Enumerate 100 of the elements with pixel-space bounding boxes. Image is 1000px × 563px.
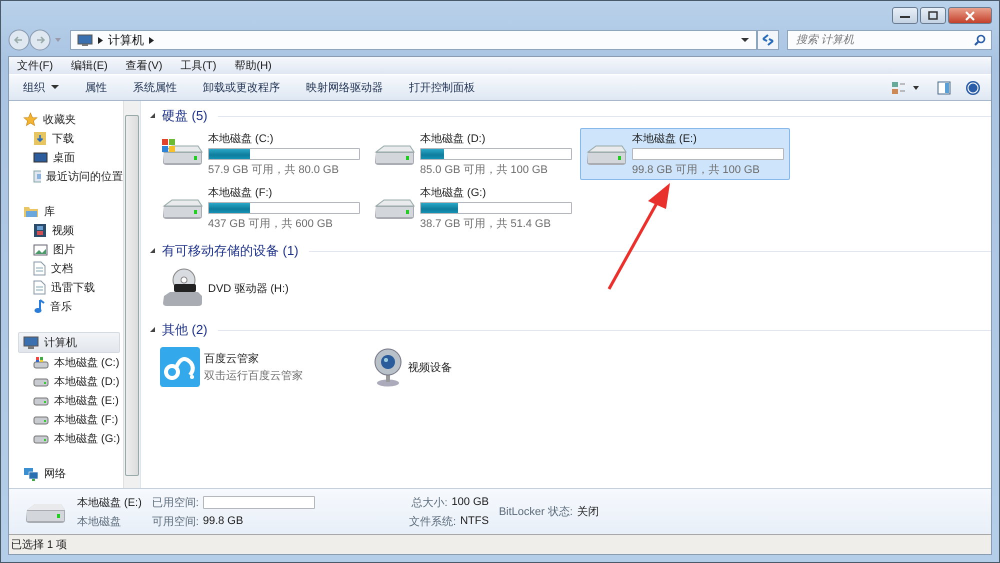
document-icon xyxy=(33,261,46,276)
collapse-icon[interactable] xyxy=(150,113,156,119)
item-name: 本地磁盘 (F:) xyxy=(208,186,274,200)
field-value: NTFS xyxy=(460,515,489,527)
sidebar-item[interactable]: 音乐 xyxy=(9,297,123,316)
item-name: 本地磁盘 (D:) xyxy=(420,132,486,146)
drive-icon xyxy=(33,356,49,370)
refresh-button[interactable] xyxy=(757,30,779,50)
toolbar-button[interactable]: 打开控制面板 xyxy=(401,77,483,98)
sidebar-item[interactable]: 本地磁盘 (E:) xyxy=(9,391,123,410)
item-info: 99.8 GB 可用，共 100 GB xyxy=(632,163,761,177)
drive-tile[interactable]: 本地磁盘 (F:) 437 GB 可用，共 600 GB xyxy=(156,182,366,234)
drive-tile[interactable]: 本地磁盘 (E:) 99.8 GB 可用，共 100 GB xyxy=(580,128,790,180)
drive-tile[interactable]: 百度云管家 双击运行百度云管家 xyxy=(156,342,366,392)
close-icon xyxy=(964,10,976,20)
drive-tile[interactable]: 本地磁盘 (D:) 85.0 GB 可用，共 100 GB xyxy=(368,128,578,180)
preview-pane-icon[interactable] xyxy=(937,80,951,94)
item-info: 437 GB 可用，共 600 GB xyxy=(208,217,334,231)
sidebar-label: 音乐 xyxy=(50,300,72,314)
sidebar-label: 收藏夹 xyxy=(43,112,76,127)
address-path: 计算机 xyxy=(108,32,144,48)
sidebar-item[interactable]: 视频 xyxy=(9,221,123,240)
sidebar-item[interactable]: 下载 xyxy=(9,129,123,148)
drive-tile[interactable]: 视频设备 xyxy=(368,342,578,392)
drive-icon xyxy=(33,376,49,386)
sidebar-item[interactable]: 收藏夹 xyxy=(9,110,120,129)
maximize-button[interactable] xyxy=(920,7,946,24)
sidebar-item[interactable]: 本地磁盘 (C:) xyxy=(9,353,123,372)
address-bar[interactable]: 计算机 xyxy=(70,30,757,50)
item-info: 57.9 GB 可用，共 80.0 GB xyxy=(208,163,340,177)
menu-item[interactable]: 编辑(E) xyxy=(71,58,108,73)
group-heading[interactable]: 硬盘 (5) xyxy=(162,107,208,125)
sidebar-item[interactable]: 库 xyxy=(9,202,120,221)
sidebar-item[interactable]: 最近访问的位置 xyxy=(9,167,123,186)
sidebar-label: 迅雷下载 xyxy=(51,281,95,295)
item-name: 百度云管家 xyxy=(204,352,260,366)
details-type: 本地磁盘 xyxy=(77,514,122,528)
toolbar-button[interactable]: 卸载或更改程序 xyxy=(195,77,288,98)
item-info: 双击运行百度云管家 xyxy=(204,368,304,383)
sidebar-item[interactable]: 迅雷下载 xyxy=(9,278,123,297)
drive-tile[interactable]: DVD 驱动器 (H:) xyxy=(156,263,366,313)
sidebar-item[interactable]: 本地磁盘 (D:) xyxy=(9,372,123,391)
collapse-icon[interactable] xyxy=(150,248,156,254)
sidebar-item[interactable]: 图片 xyxy=(9,240,123,259)
menu-item[interactable]: 工具(T) xyxy=(180,58,216,73)
menu-item[interactable]: 查看(V) xyxy=(126,58,162,73)
cloud-app-icon xyxy=(160,347,200,387)
sidebar-label: 文档 xyxy=(51,262,73,276)
sidebar-label: 本地磁盘 (G:) xyxy=(54,432,120,446)
help-icon[interactable] xyxy=(965,80,981,96)
chevron-icon[interactable] xyxy=(98,36,103,44)
dropdown-icon[interactable] xyxy=(740,37,750,43)
sidebar-item[interactable]: 文档 xyxy=(9,259,123,278)
menu-item[interactable]: 帮助(H) xyxy=(234,58,272,73)
sidebar-label: 桌面 xyxy=(53,150,75,165)
group-heading[interactable]: 有可移动存储的设备 (1) xyxy=(162,242,298,260)
drive-tile[interactable]: 本地磁盘 (C:) 57.9 GB 可用，共 80.0 GB xyxy=(156,128,366,180)
recent-places-icon xyxy=(33,169,41,184)
toolbar-button[interactable]: 系统属性 xyxy=(125,77,185,98)
sidebar-label: 图片 xyxy=(53,243,75,257)
group-heading[interactable]: 其他 (2) xyxy=(162,321,208,339)
details-name: 本地磁盘 (E:) xyxy=(77,496,142,510)
toolbar-button[interactable]: 组织 xyxy=(15,77,67,98)
sidebar-label: 网络 xyxy=(44,467,66,481)
refresh-icon xyxy=(761,34,775,46)
optical-drive-icon xyxy=(160,268,204,308)
collapse-icon[interactable] xyxy=(150,327,156,333)
sidebar-item[interactable]: 本地磁盘 (F:) xyxy=(9,410,123,429)
sidebar-item[interactable]: 网络 xyxy=(9,464,120,483)
item-name: 视频设备 xyxy=(408,360,453,374)
document-icon xyxy=(33,280,46,295)
scrollbar[interactable] xyxy=(123,101,140,488)
drive-icon xyxy=(33,434,49,444)
sidebar-label: 本地磁盘 (C:) xyxy=(54,356,120,370)
film-icon xyxy=(33,223,47,238)
item-info: 38.7 GB 可用，共 51.4 GB xyxy=(420,217,552,231)
toolbar-button[interactable]: 映射网络驱动器 xyxy=(298,77,391,98)
sidebar-label: 下载 xyxy=(52,132,74,146)
menu-item[interactable]: 文件(F) xyxy=(17,58,54,73)
close-button[interactable] xyxy=(948,7,992,24)
sidebar-label: 本地磁盘 (F:) xyxy=(54,413,118,427)
music-note-icon xyxy=(33,299,45,314)
sidebar-item[interactable]: 计算机 xyxy=(18,332,120,353)
field-label: 可用空间: xyxy=(152,514,199,528)
sidebar-label: 计算机 xyxy=(44,336,77,350)
sidebar-label: 最近访问的位置 xyxy=(46,170,123,184)
folder-icon xyxy=(23,205,39,218)
minimize-button[interactable] xyxy=(892,7,918,24)
toolbar-button[interactable]: 属性 xyxy=(77,77,115,98)
caret-icon xyxy=(51,85,59,90)
chevron-icon[interactable] xyxy=(149,36,154,44)
drive-icon xyxy=(33,414,49,424)
sidebar-item[interactable]: 本地磁盘 (G:) xyxy=(9,429,123,448)
item-info: 85.0 GB 可用，共 100 GB xyxy=(420,163,549,177)
sidebar-item[interactable]: 桌面 xyxy=(9,148,123,167)
search-icon[interactable] xyxy=(974,34,986,46)
search-field[interactable]: 搜索 计算机 xyxy=(787,30,992,50)
item-name: 本地磁盘 (E:) xyxy=(632,132,698,146)
field-label: 总大小: xyxy=(411,496,448,510)
drive-tile[interactable]: 本地磁盘 (G:) 38.7 GB 可用，共 51.4 GB xyxy=(368,182,578,234)
